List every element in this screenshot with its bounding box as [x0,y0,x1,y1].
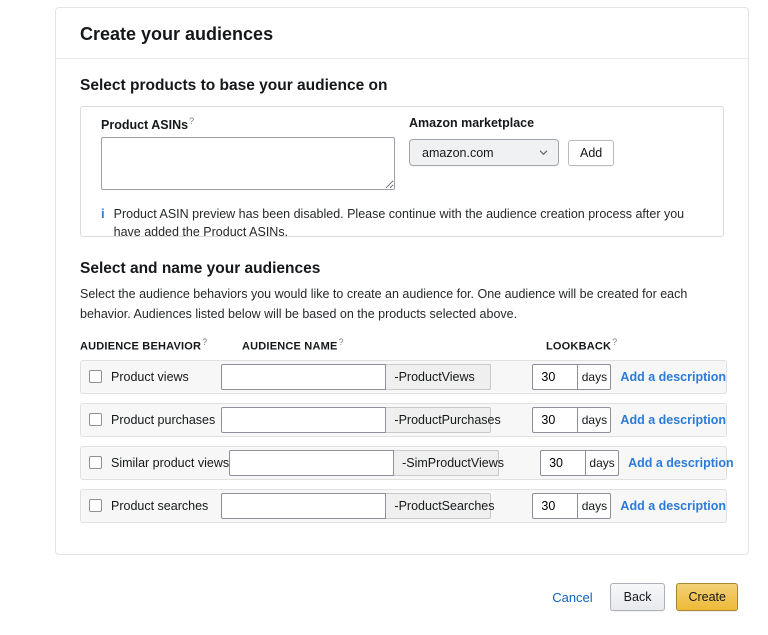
column-headers: AUDIENCE BEHAVIOR? AUDIENCE NAME? LOOKBA… [80,337,724,353]
product-asins-field: Product ASINs? [101,116,395,195]
audience-row-product-purchases: Product purchases -ProductPurchases days… [80,402,727,437]
product-asins-label: Product ASINs? [101,116,395,132]
info-icon: i [101,206,105,222]
lookback-unit: days [577,492,612,519]
behavior-checkbox[interactable] [89,413,102,427]
behavior-label: Product purchases [111,412,216,427]
behavior-cell: Product searches [89,499,221,513]
help-icon[interactable]: ? [339,337,344,347]
add-description-link[interactable]: Add a description [620,370,726,384]
lookback-group: days [540,449,620,476]
audience-name-input[interactable] [229,449,395,476]
cancel-link[interactable]: Cancel [552,590,592,605]
behavior-checkbox[interactable] [89,499,102,513]
audience-row-product-views: Product views -ProductViews days Add a d… [80,359,727,394]
audience-row-product-searches: Product searches -ProductSearches days A… [80,488,727,523]
page-title: Create your audiences [80,24,274,44]
column-header-behavior: AUDIENCE BEHAVIOR? [80,337,242,353]
audience-name-input[interactable] [221,492,387,519]
products-section-heading: Select products to base your audience on [80,77,388,94]
footer-actions: Cancel Back Create [552,583,738,611]
audience-name-group: -SimProductViews [229,449,504,476]
audiences-section-description: Select the audience behaviors you would … [80,287,688,321]
help-icon[interactable]: ? [612,337,617,347]
product-asins-textarea[interactable] [101,137,395,191]
lookback-unit: days [577,363,612,390]
audience-name-group: -ProductPurchases [221,406,501,433]
behavior-label: Similar product views [111,455,230,470]
lookback-input[interactable] [532,363,579,390]
help-icon[interactable]: ? [189,116,194,126]
behavior-cell: Similar product views [89,456,229,470]
audience-name-suffix: -ProductViews [385,363,492,390]
behavior-label: Product searches [111,498,209,513]
asin-info-text: Product ASIN preview has been disabled. … [113,207,685,240]
add-description-link[interactable]: Add a description [628,456,734,470]
marketplace-label: Amazon marketplace [409,116,535,130]
marketplace-field: Amazon marketplace amazon.com Add [409,116,615,166]
behavior-cell: Product views [89,370,221,384]
lookback-unit: days [577,406,612,433]
audience-name-suffix: -ProductPurchases [385,406,501,433]
marketplace-select[interactable]: amazon.com [409,139,559,166]
audience-name-suffix: -ProductSearches [385,492,494,519]
asin-info-message: i Product ASIN preview has been disabled… [101,205,703,241]
behavior-label: Product views [111,369,189,384]
card-body: Select products to base your audience on… [56,59,748,523]
lookback-unit: days [585,449,620,476]
chevron-down-icon [539,150,548,155]
audience-name-input[interactable] [221,406,387,433]
column-header-name: AUDIENCE NAME? [242,337,546,353]
card-header: Create your audiences [56,8,748,59]
add-button[interactable]: Add [568,139,615,166]
audiences-section-heading: Select and name your audiences [80,260,321,277]
lookback-group: days [532,492,612,519]
lookback-group: days [532,406,612,433]
audience-name-group: -ProductSearches [221,492,494,519]
create-button[interactable]: Create [676,583,738,611]
behavior-cell: Product purchases [89,413,221,427]
product-asins-label-text: Product ASINs [101,118,189,133]
lookback-input[interactable] [540,449,587,476]
lookback-group: days [532,363,612,390]
lookback-input[interactable] [532,406,579,433]
behavior-checkbox[interactable] [89,370,102,384]
column-header-lookback-text: LOOKBACK [546,340,612,353]
products-box: Product ASINs? Amazon marketplace amazon… [80,106,724,239]
column-header-behavior-text: AUDIENCE BEHAVIOR [80,340,202,353]
audience-name-group: -ProductViews [221,363,492,390]
column-header-lookback: LOOKBACK? [546,337,617,353]
lookback-input[interactable] [532,492,579,519]
behavior-checkbox[interactable] [89,456,102,470]
create-audiences-card: Create your audiences Select products to… [55,7,749,555]
column-header-name-text: AUDIENCE NAME [242,340,338,353]
help-icon[interactable]: ? [202,337,207,347]
back-button[interactable]: Back [609,583,666,611]
add-description-link[interactable]: Add a description [620,499,726,513]
marketplace-select-value: amazon.com [422,145,494,160]
audience-row-similar-product-views: Similar product views -SimProductViews d… [80,445,734,480]
audience-name-suffix: -SimProductViews [393,449,504,476]
audience-name-input[interactable] [221,363,387,390]
add-description-link[interactable]: Add a description [620,413,726,427]
